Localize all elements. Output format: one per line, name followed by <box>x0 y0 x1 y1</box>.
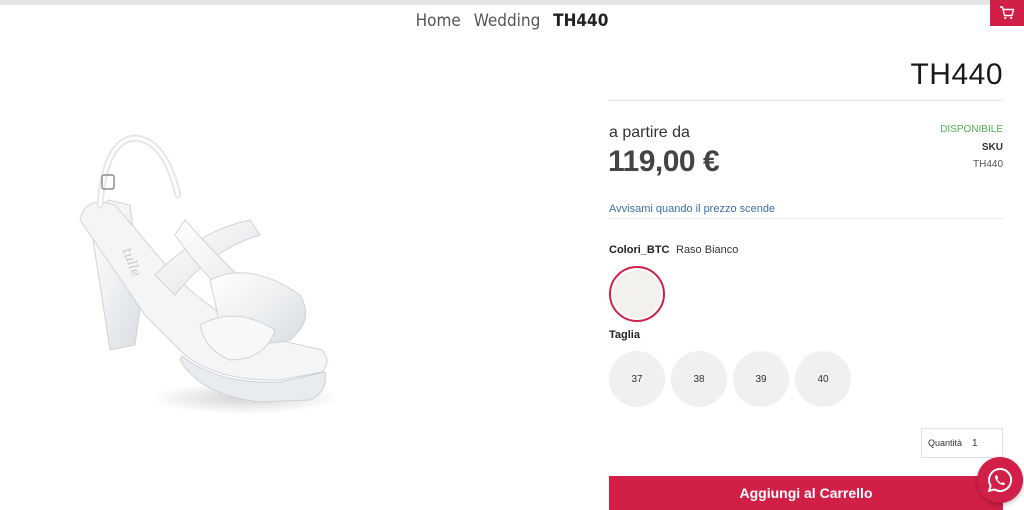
cart-icon <box>1000 6 1015 20</box>
breadcrumb: Home Wedding TH440 <box>0 11 1024 31</box>
size-label: Taglia <box>609 329 640 341</box>
alert-divider <box>608 218 1003 219</box>
price-alert-link[interactable]: Avvisami quando il prezzo scende <box>609 203 775 215</box>
swatch-fill <box>613 270 661 318</box>
top-bar <box>0 0 1024 5</box>
size-options: 37 38 39 40 <box>609 351 851 407</box>
size-option-40[interactable]: 40 <box>795 351 851 407</box>
quantity-field: Quantità <box>921 428 1003 458</box>
whatsapp-button[interactable] <box>977 457 1023 503</box>
product-title: TH440 <box>910 58 1003 91</box>
cart-button[interactable] <box>990 0 1024 26</box>
breadcrumb-home[interactable]: Home <box>416 11 461 31</box>
quantity-input[interactable] <box>972 437 1001 449</box>
add-to-cart-button[interactable]: Aggiungi al Carrello <box>609 476 1003 510</box>
color-swatch-raso-bianco[interactable] <box>609 266 665 322</box>
color-value: Raso Bianco <box>676 244 739 256</box>
size-option-38[interactable]: 38 <box>671 351 727 407</box>
product-image: tulle <box>60 110 360 430</box>
product-price: 119,00 € <box>608 145 720 178</box>
sku-value: TH440 <box>972 159 1003 170</box>
stock-status: DISPONIBILE <box>940 124 1003 135</box>
color-label: Colori_BTC <box>609 244 670 256</box>
size-option-39[interactable]: 39 <box>733 351 789 407</box>
size-option-37[interactable]: 37 <box>609 351 665 407</box>
price-from-label: a partire da <box>609 124 690 141</box>
quantity-label: Quantità <box>928 438 963 448</box>
breadcrumb-current: TH440 <box>553 11 609 31</box>
whatsapp-icon <box>987 467 1013 493</box>
breadcrumb-wedding[interactable]: Wedding <box>474 11 541 31</box>
sku-label: SKU <box>981 142 1003 153</box>
title-divider <box>608 100 1003 101</box>
